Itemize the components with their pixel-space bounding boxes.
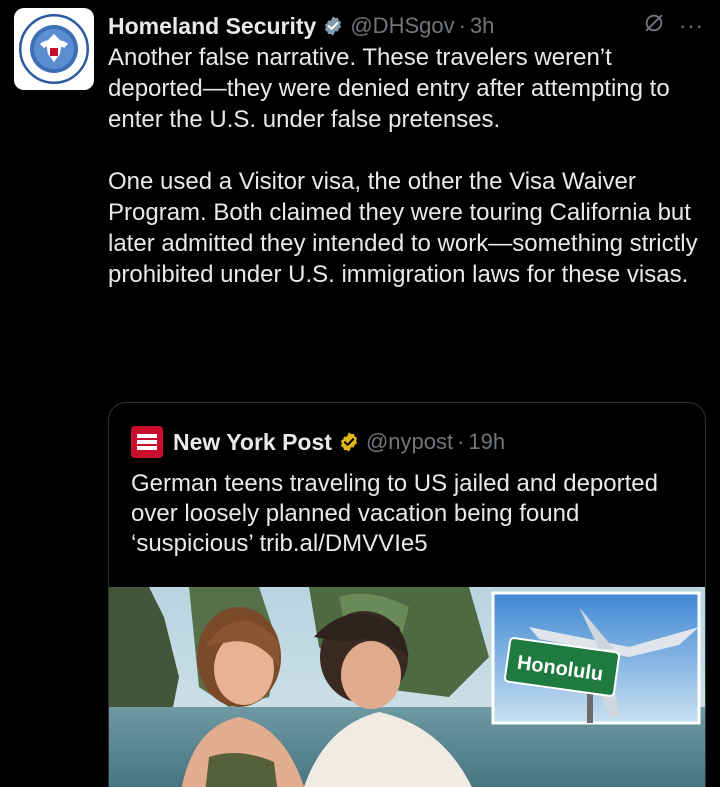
dhs-seal-icon [19,14,89,84]
timestamp[interactable]: 3h [470,13,494,39]
author-name[interactable]: Homeland Security [108,13,316,40]
quoted-tweet[interactable]: New York Post @nypost · 19h German teens… [108,402,706,787]
tweet-actions: ··· [643,12,704,39]
more-options-icon[interactable]: ··· [679,14,704,37]
nypost-logo[interactable] [131,426,163,458]
verified-gov-badge-icon [322,15,344,37]
author-handle[interactable]: @DHSgov [350,13,454,39]
photo-teens-illustration: Honolulu [109,587,705,787]
grok-icon[interactable] [643,12,665,39]
tweet-header: Homeland Security @DHSgov · 3h [108,10,494,42]
quoted-author-name[interactable]: New York Post [173,429,332,456]
separator-dot: · [458,13,466,38]
nypost-logo-icon [137,434,157,450]
verified-business-badge-icon [338,431,360,453]
quoted-header: New York Post @nypost · 19h [131,425,505,459]
quoted-timestamp[interactable]: 19h [468,429,505,455]
quoted-separator-dot: · [457,429,465,454]
tweet-text: Another false narrative. These travelers… [108,42,708,290]
quoted-text: German teens traveling to US jailed and … [131,470,658,557]
avatar[interactable] [14,8,94,90]
quoted-media-image[interactable]: Honolulu [109,587,705,787]
tweet-paragraph-2: One used a Visitor visa, the other the V… [108,168,698,288]
quoted-handle[interactable]: @nypost [366,429,453,455]
tweet-paragraph-1: Another false narrative. These travelers… [108,44,670,133]
